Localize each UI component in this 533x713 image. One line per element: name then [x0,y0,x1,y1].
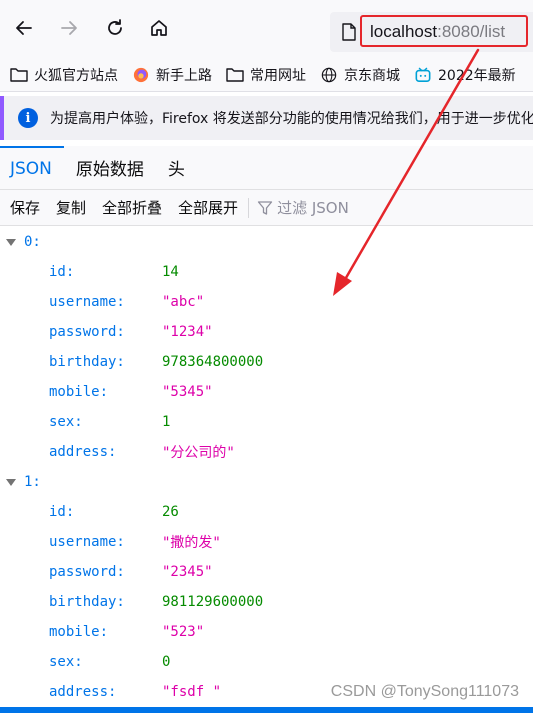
json-key: birthday: [49,354,125,370]
json-key: id: [49,264,75,280]
bookmark-item[interactable]: 京东商城 [320,65,400,85]
reload-button[interactable] [104,17,126,39]
tree-row-record-0[interactable]: 0: [0,227,533,257]
json-value: "1234" [162,324,213,340]
bookmark-label: 常用网址 [250,67,306,84]
json-key: password: [49,564,125,580]
filter-placeholder: 过滤 JSON [277,199,349,217]
home-button[interactable] [148,17,170,39]
json-value: "abc" [162,294,205,310]
json-key: address: [49,444,117,460]
json-viewer-tabs: JSON 原始数据 头 [0,146,533,190]
collapse-all-button[interactable]: 全部折叠 [102,197,162,218]
notification-text: 为提高用户体验，Firefox 将发送部分功能的使用情况给我们，用于进一步优化火… [50,111,533,127]
json-value: 14 [162,264,179,280]
copy-button[interactable]: 复制 [56,197,86,218]
json-tree: 0: id: 14 username: "abc" password: "123… [0,227,533,707]
table-row: id: 14 [0,257,533,287]
json-key: username: [49,294,125,310]
bottom-accent-bar [0,707,533,713]
json-value: "5345" [162,384,213,400]
url-bar[interactable]: localhost:8080/list [330,12,533,52]
forward-button[interactable] [58,17,80,39]
table-row: birthday: 981129600000 [0,587,533,617]
json-key: id: [49,504,75,520]
json-value: "fsdf " [162,684,222,700]
json-key: sex: [49,414,83,430]
tab-raw-data[interactable]: 原始数据 [64,146,156,189]
firefox-icon [133,67,149,82]
navigation-toolbar: localhost:8080/list [0,0,533,58]
json-value: "分公司的" [162,445,235,461]
arrow-right-icon [61,21,77,35]
telemetry-notification-bar: i 为提高用户体验，Firefox 将发送部分功能的使用情况给我们，用于进一步优… [0,96,533,140]
json-key: mobile: [49,624,109,640]
table-row: password: "1234" [0,317,533,347]
globe-icon [321,67,337,82]
table-row: id: 26 [0,497,533,527]
expand-toggle-icon[interactable] [6,479,16,486]
table-row: password: "2345" [0,557,533,587]
json-key: mobile: [49,384,109,400]
home-icon [151,20,167,36]
table-row: username: "撒的发" [0,527,533,557]
bookmark-label: 2022年最新 [438,67,516,84]
bookmark-label: 新手上路 [156,67,212,84]
reload-icon [108,19,122,35]
bookmarks-toolbar: 火狐官方站点 新手上路 常用网址 京东商城 2022年最新 [0,58,533,92]
filter-json-input[interactable]: 过滤 JSON [257,197,349,218]
url-path: :8080/list [437,22,506,41]
save-button[interactable]: 保存 [10,197,40,218]
table-row: mobile: "523" [0,617,533,647]
back-button[interactable] [13,17,35,39]
expand-all-button[interactable]: 全部展开 [178,197,238,218]
bilibili-icon [415,67,431,82]
table-row: sex: 0 [0,647,533,677]
bookmark-item[interactable]: 常用网址 [226,65,306,85]
info-icon: i [18,108,38,128]
json-value: 26 [162,504,179,520]
json-value: 0 [162,654,171,670]
table-row: mobile: "5345" [0,377,533,407]
json-key: username: [49,534,125,550]
arrow-left-icon [16,21,32,35]
bookmark-label: 火狐官方站点 [34,67,118,84]
tab-json[interactable]: JSON [0,146,64,189]
json-key: address: [49,684,117,700]
record-index: 0: [24,234,41,250]
json-toolbar: 保存 复制 全部折叠 全部展开 过滤 JSON [0,190,533,226]
watermark: CSDN @TonySong111073 [330,683,519,700]
json-key: birthday: [49,594,125,610]
table-row: username: "abc" [0,287,533,317]
table-row: sex: 1 [0,407,533,437]
json-value: 1 [162,414,171,430]
record-index: 1: [24,474,41,490]
tab-headers[interactable]: 头 [156,146,197,189]
page-icon [342,23,356,41]
table-row: birthday: 978364800000 [0,347,533,377]
json-value: "2345" [162,564,213,580]
json-value: 981129600000 [162,594,264,610]
url-text[interactable]: localhost:8080/list [370,22,505,42]
bookmark-item[interactable]: 新手上路 [132,65,212,85]
json-key: sex: [49,654,83,670]
json-value: "523" [162,624,205,640]
filter-icon [257,200,273,215]
bookmark-label: 京东商城 [344,67,400,84]
folder-icon [226,67,244,82]
json-value: "撒的发" [162,535,221,551]
table-row: address: "分公司的" [0,437,533,467]
json-value: 978364800000 [162,354,264,370]
toolbar-divider [248,197,250,218]
url-host: localhost [370,22,438,41]
folder-icon [10,67,28,82]
expand-toggle-icon[interactable] [6,239,16,246]
json-key: password: [49,324,125,340]
bookmark-item[interactable]: 火狐官方站点 [10,65,118,85]
tree-row-record-1[interactable]: 1: [0,467,533,497]
bookmark-item[interactable]: 2022年最新 [414,65,516,85]
